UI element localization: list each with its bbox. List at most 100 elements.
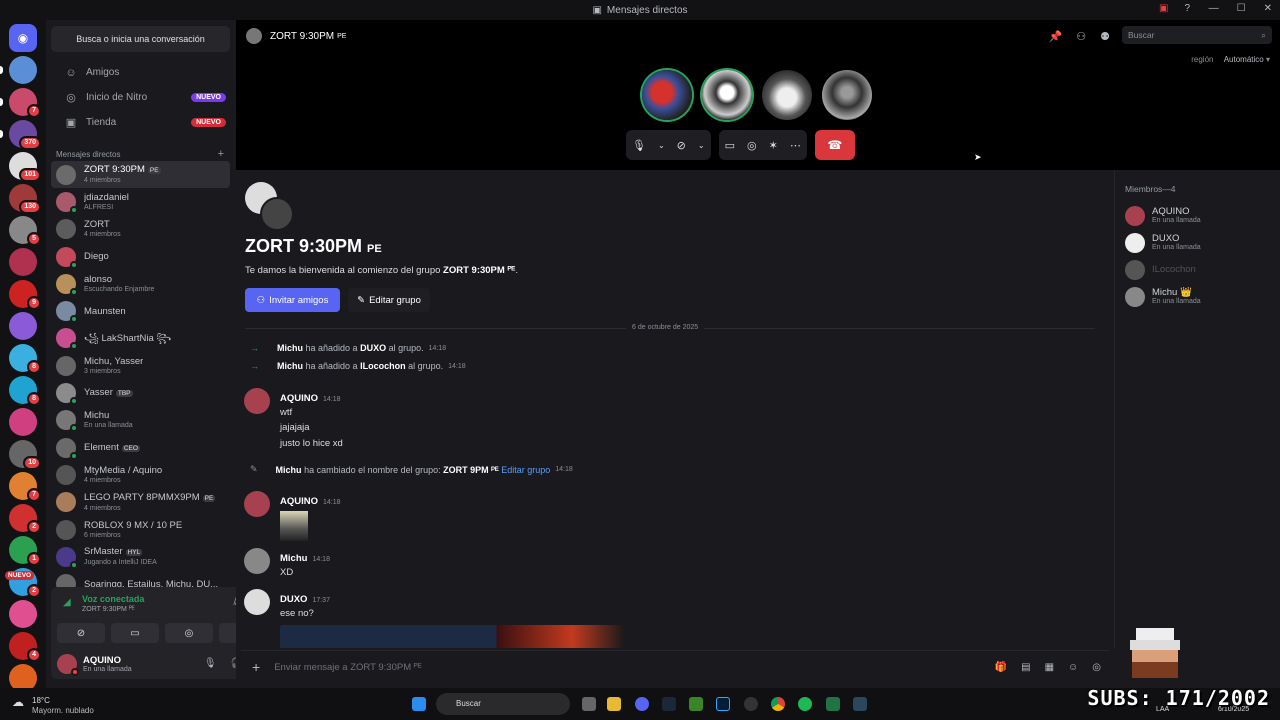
server-icon[interactable]: 1 <box>9 536 41 566</box>
server-icon[interactable]: 7 <box>0 88 41 118</box>
member-item[interactable]: DUXO En una llamada <box>1115 229 1280 256</box>
call-avatar-duxo[interactable] <box>702 70 752 120</box>
server-icon[interactable] <box>9 248 37 276</box>
server-icon[interactable] <box>9 408 37 436</box>
server-icon[interactable] <box>9 600 37 628</box>
hangup-button[interactable]: ☎ <box>814 130 855 160</box>
share-screen-button[interactable]: ▭ <box>111 623 159 643</box>
call-avatar-aquino[interactable] <box>642 70 692 120</box>
file-explorer-icon[interactable] <box>607 697 621 711</box>
invite-friends-button[interactable]: ⚇ Invitar amigos <box>245 288 340 312</box>
search-input[interactable]: Buscar ⌕ <box>1122 26 1272 44</box>
weather-temp[interactable]: 18°C <box>32 696 50 705</box>
server-icon[interactable]: 10 <box>9 440 41 470</box>
member-item[interactable]: AQUINO En una llamada <box>1115 202 1280 229</box>
server-icon[interactable] <box>9 664 37 688</box>
nav-item-amigos[interactable]: ☺ Amigos <box>52 60 230 85</box>
windows-start-icon[interactable] <box>412 697 426 711</box>
chevron-down-icon[interactable]: ⌄ <box>658 141 665 150</box>
activity-button[interactable]: ◎ <box>165 623 213 643</box>
avatar[interactable] <box>244 589 270 615</box>
add-dm-icon[interactable]: + <box>218 148 224 160</box>
message-input[interactable]: + Enviar mensaje a ZORT 9:30PM ᴾᴱ 🎁 ▤ ▦ … <box>241 650 1109 683</box>
server-icon[interactable]: 8 <box>9 344 41 374</box>
server-icon[interactable] <box>0 56 37 84</box>
server-icon[interactable]: 5 <box>9 216 41 246</box>
dm-item[interactable]: jdiazdaniel ALFRESI <box>51 188 230 215</box>
members-toggle-icon[interactable]: ⚉ <box>1100 30 1110 43</box>
message-author[interactable]: AQUINO <box>280 393 318 404</box>
avatar[interactable] <box>244 491 270 517</box>
dm-item[interactable]: Maunsten <box>51 297 230 324</box>
nav-item-tienda[interactable]: ▣ Tienda NUEVO <box>52 110 230 135</box>
gamepad-icon[interactable]: ◎ <box>747 139 757 152</box>
camera-off-icon[interactable]: ⊘ <box>677 139 686 152</box>
inbox-icon[interactable]: ▣ <box>1159 3 1168 14</box>
message-author[interactable]: DUXO <box>280 594 307 605</box>
server-icon[interactable]: 101 <box>9 152 41 182</box>
soundboard-icon[interactable]: ✶ <box>769 139 778 152</box>
nav-item-inicio-de-nitro[interactable]: ◎ Inicio de Nitro NUEVO <box>52 85 230 110</box>
close-window-button[interactable]: ✕ <box>1264 3 1272 14</box>
server-icon[interactable]: 7 <box>9 472 41 502</box>
add-member-icon[interactable]: ⚇ <box>1076 30 1086 43</box>
minimize-button[interactable]: — <box>1209 3 1219 14</box>
message-image[interactable] <box>280 511 308 541</box>
message-author[interactable]: Michu <box>280 553 307 564</box>
edit-group-link[interactable]: Editar grupo <box>501 465 550 475</box>
user-panel[interactable]: AQUINO En una llamada <box>57 654 132 676</box>
obs-icon[interactable] <box>744 697 758 711</box>
server-icon[interactable]: 8 <box>9 376 41 406</box>
dm-item[interactable]: SrMaster HYL Jugando a IntelliJ IDEA <box>51 543 230 570</box>
gift-icon[interactable]: 🎁 <box>995 662 1007 673</box>
server-icon[interactable]: 130 <box>9 184 41 214</box>
pin-icon[interactable]: 📌 <box>1049 30 1063 43</box>
avatar[interactable] <box>244 388 270 414</box>
dm-item[interactable]: LEGO PARTY 8PMMX9PM PE 4 miembros <box>51 489 230 516</box>
dm-item[interactable]: ZORT 9:30PM PE 4 miembros <box>51 161 230 189</box>
mic-icon[interactable]: 🎙 <box>204 658 217 669</box>
server-icon[interactable]: 4 <box>9 632 41 662</box>
apps-icon[interactable]: ◎ <box>1092 662 1101 673</box>
excel-icon[interactable] <box>826 697 840 711</box>
help-icon[interactable]: ? <box>1184 3 1190 14</box>
gif-icon[interactable]: ▤ <box>1021 662 1030 673</box>
server-icon[interactable] <box>9 312 37 340</box>
call-avatar-ilocochon[interactable] <box>762 70 812 120</box>
add-attachment-icon[interactable]: + <box>252 659 260 675</box>
dm-item[interactable]: Diego <box>51 243 230 270</box>
dm-item[interactable]: ZORT 4 miembros <box>51 216 230 243</box>
microphone-icon[interactable]: 🎙 <box>632 139 646 152</box>
dm-item[interactable]: Yasser TBP <box>51 379 230 406</box>
member-item[interactable]: Michu 👑 En una llamada <box>1115 283 1280 310</box>
dm-item[interactable]: MtyMedia / Aquino 4 miembros <box>51 461 230 488</box>
dm-item[interactable]: ꧁ LakShartNia ꧂ <box>51 325 230 352</box>
dm-item[interactable]: alonso Escuchando Enjambre <box>51 270 230 297</box>
photoshop-icon[interactable] <box>716 697 730 711</box>
sticker-icon[interactable]: ▦ <box>1045 662 1054 673</box>
dm-item[interactable]: ROBLOX 9 MX / 10 PE 6 miembros <box>51 516 230 543</box>
message-attachment[interactable] <box>280 625 624 648</box>
screen-share-icon[interactable]: ▭ <box>725 139 735 152</box>
member-item[interactable]: ILocochon <box>1115 256 1280 283</box>
voice-channel[interactable]: ZORT 9:30PM ᴾᴱ <box>82 606 135 613</box>
discord-taskbar-icon[interactable] <box>635 697 649 711</box>
maximize-button[interactable]: ☐ <box>1237 3 1246 14</box>
spotify-icon[interactable] <box>798 697 812 711</box>
edit-group-button[interactable]: ✎ Editar grupo <box>348 288 430 312</box>
dm-item[interactable]: Element CEO <box>51 434 230 461</box>
discord-home-icon[interactable]: ◉ <box>9 24 37 52</box>
emoji-icon[interactable]: ☺ <box>1068 662 1078 673</box>
chevron-down-icon[interactable]: ⌄ <box>698 141 705 150</box>
chrome-icon[interactable] <box>771 697 785 711</box>
steam-icon-2[interactable] <box>853 697 867 711</box>
more-icon[interactable]: ⋯ <box>790 139 801 152</box>
server-icon[interactable]: 2 <box>9 504 41 534</box>
message-author[interactable]: AQUINO <box>280 496 318 507</box>
taskbar-search[interactable]: Buscar <box>436 693 570 715</box>
avatar[interactable] <box>244 548 270 574</box>
dm-item[interactable]: Michu En una llamada <box>51 407 230 434</box>
camera-off-button[interactable]: ⊘ <box>57 623 105 643</box>
call-avatar-michu[interactable] <box>822 70 872 120</box>
steam-icon[interactable] <box>662 697 676 711</box>
